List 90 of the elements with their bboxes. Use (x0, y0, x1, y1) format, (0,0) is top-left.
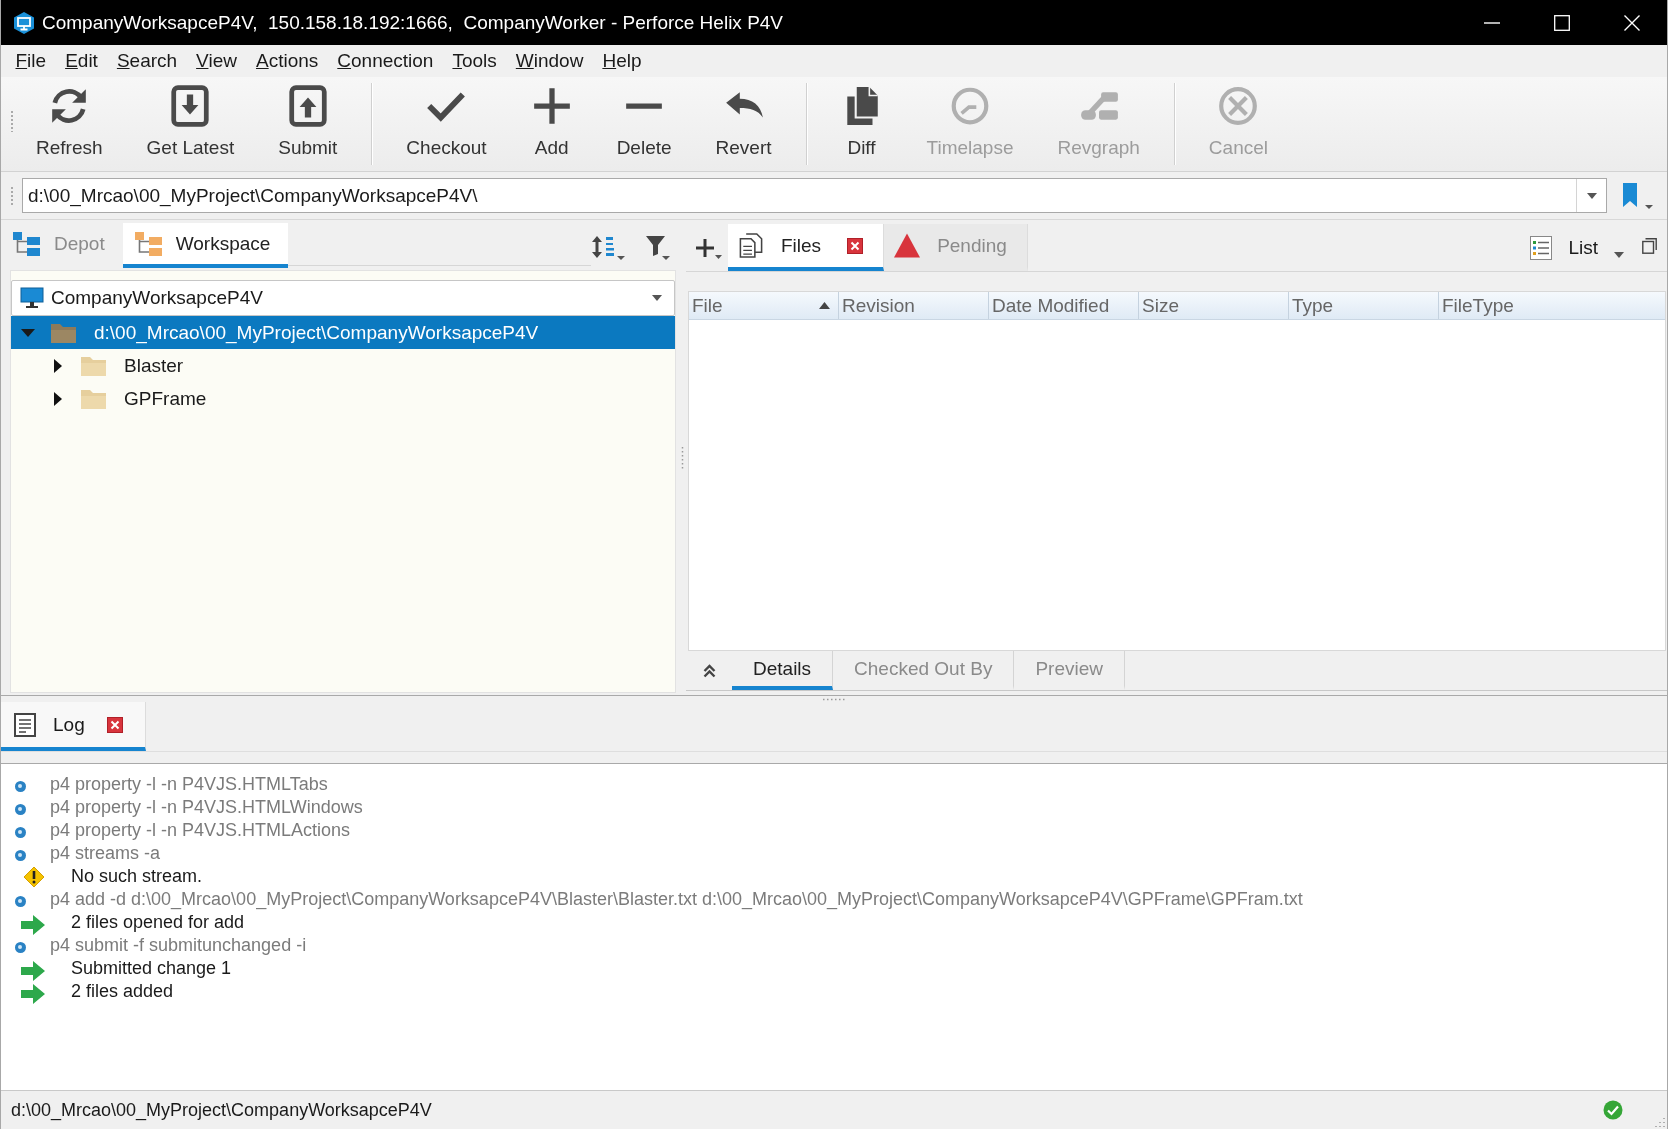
arrow-right-icon (21, 914, 45, 935)
splitter-handle[interactable] (680, 446, 684, 469)
close-icon (1624, 14, 1640, 31)
log-text: p4 submit -f submitunchanged -i (50, 935, 307, 956)
panel-tab[interactable]: Workspace (122, 223, 289, 268)
window-restore-icon[interactable] (1642, 237, 1657, 254)
add-button[interactable]: Add (508, 77, 595, 171)
column-header[interactable]: Size (1139, 292, 1289, 319)
list-view-icon (1530, 235, 1553, 260)
info-dot-icon (15, 942, 26, 953)
log-text: Submitted change 1 (71, 958, 232, 979)
splitter-handle[interactable] (823, 697, 845, 701)
tree-row[interactable]: d:\00_Mrcao\00_MyProject\CompanyWorksapceP4V (11, 316, 675, 349)
maximize-icon (1554, 14, 1570, 31)
caret-icon (1614, 251, 1624, 258)
warning-icon (23, 865, 45, 888)
info-dot-icon (15, 896, 26, 907)
column-header[interactable]: Revision (839, 292, 989, 319)
filter-icon[interactable] (645, 234, 670, 260)
arrow-right-icon (21, 960, 45, 981)
info-dot-icon (15, 850, 26, 861)
info-dot-icon (15, 781, 26, 792)
tree-row[interactable]: Blaster (11, 349, 675, 382)
resize-grip[interactable] (1653, 1115, 1665, 1127)
double-chevron-up-icon[interactable] (702, 663, 716, 678)
depot-tree-icon (13, 231, 40, 256)
log-text: 2 files opened for add (71, 912, 245, 933)
upload-box-icon (286, 85, 329, 127)
sort-icon[interactable] (591, 234, 625, 260)
log-text: p4 streams -a (50, 843, 161, 864)
column-header[interactable]: Type (1289, 292, 1439, 319)
folder-icon (50, 321, 77, 344)
toolbar-grip[interactable] (10, 185, 14, 206)
workspace-tree-icon (134, 231, 162, 256)
tree-row[interactable]: GPFrame (11, 382, 675, 415)
checkout-button[interactable]: Checkout (384, 77, 509, 171)
document-icon (13, 712, 37, 737)
arrow-right-icon (21, 983, 45, 1004)
log-text: 2 files added (71, 981, 174, 1002)
get-latest-button[interactable]: Get Latest (124, 77, 257, 171)
monitor-icon (20, 287, 44, 309)
app-logo-icon (13, 11, 35, 34)
view-mode-dropdown[interactable]: List (1530, 224, 1630, 271)
menu-item[interactable]: Search (107, 50, 187, 72)
cancel-icon (1217, 85, 1260, 127)
panel-tab[interactable]: Files (728, 224, 885, 271)
log-text: No such stream. (71, 866, 203, 887)
menu-item[interactable]: Edit (55, 50, 108, 72)
menu-item[interactable]: View (186, 50, 247, 72)
folder-icon (80, 387, 107, 410)
log-text: p4 add -d d:\00_Mrcao\00_MyProject\CompanyWorksapceP4V\Blaster\Blaster.txt d:\00_Mrcao\00_MyProject\CompanyWorksapceP4V\GPFrame\GPFram.txt (50, 889, 1303, 910)
caret-icon[interactable] (652, 295, 662, 301)
tree-label: Blaster (124, 354, 184, 377)
revert-button[interactable]: Revert (693, 77, 794, 171)
folder-icon (80, 354, 107, 377)
menu-item[interactable]: Window (506, 50, 593, 72)
close-icon[interactable] (106, 716, 123, 733)
window-title: CompanyWorksapceP4V, 150.158.18.192:1666, CompanyWorker - Perforce Helix P4V (42, 11, 784, 34)
diff-button[interactable]: Diff (818, 77, 905, 171)
menu-item[interactable]: Actions (246, 50, 328, 72)
log-text: p4 property -l -n P4VJS.HTMLWindows (50, 797, 363, 818)
info-dot-icon (15, 827, 26, 838)
log-text: p4 property -l -n P4VJS.HTMLActions (50, 820, 351, 841)
tree-label: GPFrame (124, 387, 207, 410)
info-dot-icon (15, 804, 26, 815)
minimize-icon (1484, 21, 1500, 24)
column-header[interactable]: FileType (1439, 292, 1665, 319)
menu-item[interactable]: Connection (327, 50, 443, 72)
delete-button[interactable]: Delete (594, 77, 694, 171)
log-text: p4 property -l -n P4VJS.HTMLTabs (50, 774, 328, 795)
close-icon[interactable] (847, 237, 864, 254)
workspace-dropdown[interactable]: CompanyWorksapceP4V (11, 280, 675, 316)
log-tab[interactable]: Log (1, 702, 146, 751)
submit-button[interactable]: Submit (256, 77, 360, 171)
menu-item[interactable]: File (6, 50, 56, 72)
status-text: d:\00_Mrcao\00_MyProject\CompanyWorksapceP4V (11, 1099, 432, 1121)
toolbar-grip[interactable] (10, 110, 14, 132)
menu-item[interactable]: Tools (442, 50, 507, 72)
detail-tab[interactable]: Details (732, 651, 834, 690)
refresh-button[interactable]: Refresh (14, 77, 125, 171)
download-box-icon (169, 85, 212, 127)
documents-icon (737, 232, 765, 259)
caret-icon[interactable] (1586, 192, 1597, 199)
column-header[interactable]: Date Modified (989, 292, 1139, 319)
path-combobox[interactable]: d:\00_Mrcao\00_MyProject\CompanyWorksapceP4V\ (22, 178, 1607, 213)
column-header[interactable]: File (689, 292, 839, 319)
clock-icon (949, 85, 991, 127)
tree-label: d:\00_Mrcao\00_MyProject\CompanyWorksapceP4V (94, 321, 539, 344)
menu-item[interactable]: Help (592, 50, 651, 72)
warning-triangle-icon (893, 232, 922, 259)
